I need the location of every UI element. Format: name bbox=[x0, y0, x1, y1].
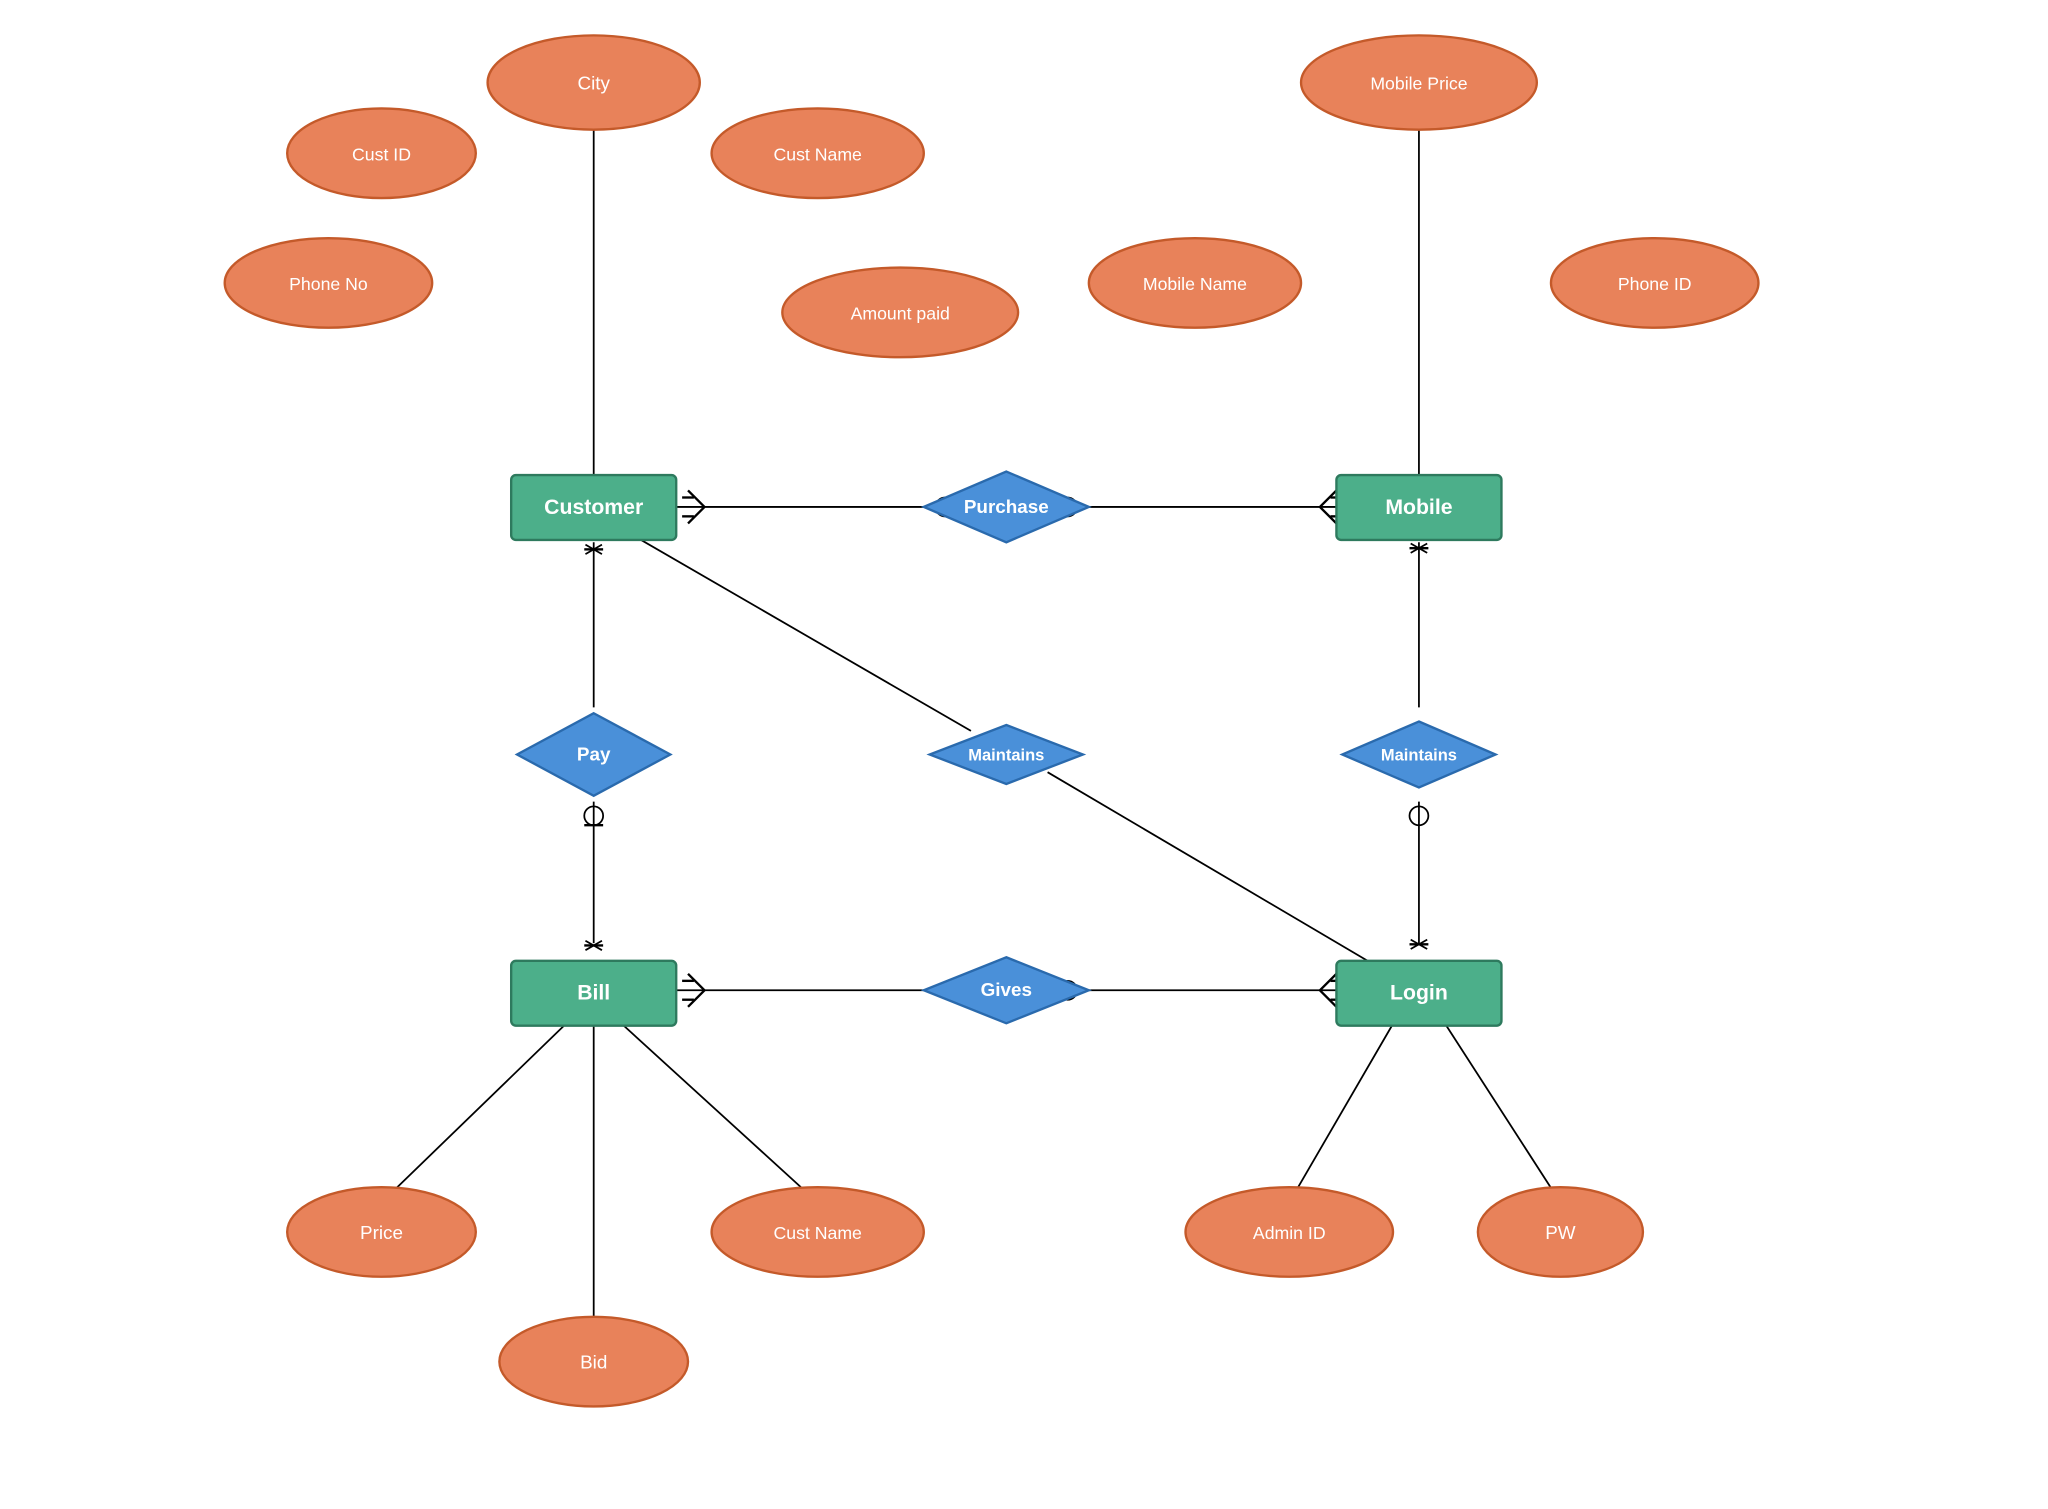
attribute-mobile-name-label: Mobile Name bbox=[1143, 274, 1247, 294]
attribute-cust-id-label: Cust ID bbox=[352, 144, 411, 164]
attribute-cust-name-label: Cust Name bbox=[773, 144, 862, 164]
attribute-mobile-price-label: Mobile Price bbox=[1370, 74, 1467, 94]
attribute-price-label: Price bbox=[360, 1222, 403, 1243]
entity-customer-label: Customer bbox=[544, 496, 643, 519]
er-diagram: Customer Mobile Bill Login Purchase Pay … bbox=[0, 0, 2048, 1509]
entity-login-label: Login bbox=[1390, 982, 1448, 1005]
relationship-pay-label: Pay bbox=[577, 743, 611, 764]
attribute-phone-no-label: Phone No bbox=[289, 274, 368, 294]
relationship-maintains-left-label: Maintains bbox=[968, 746, 1044, 764]
entity-bill-label: Bill bbox=[577, 982, 610, 1005]
relationship-gives-label: Gives bbox=[981, 979, 1032, 1000]
attribute-cust-name-bill-label: Cust Name bbox=[773, 1223, 862, 1243]
relationship-maintains-right-label: Maintains bbox=[1381, 746, 1457, 764]
attribute-amount-paid-label: Amount paid bbox=[851, 303, 950, 323]
attribute-bid-label: Bid bbox=[580, 1352, 607, 1373]
attribute-phone-id-label: Phone ID bbox=[1618, 274, 1692, 294]
relationship-purchase-label: Purchase bbox=[964, 496, 1049, 517]
attribute-admin-id-label: Admin ID bbox=[1253, 1223, 1326, 1243]
attribute-pw-label: PW bbox=[1545, 1222, 1576, 1243]
attribute-city-label: City bbox=[577, 73, 610, 94]
entity-mobile-label: Mobile bbox=[1385, 496, 1452, 519]
